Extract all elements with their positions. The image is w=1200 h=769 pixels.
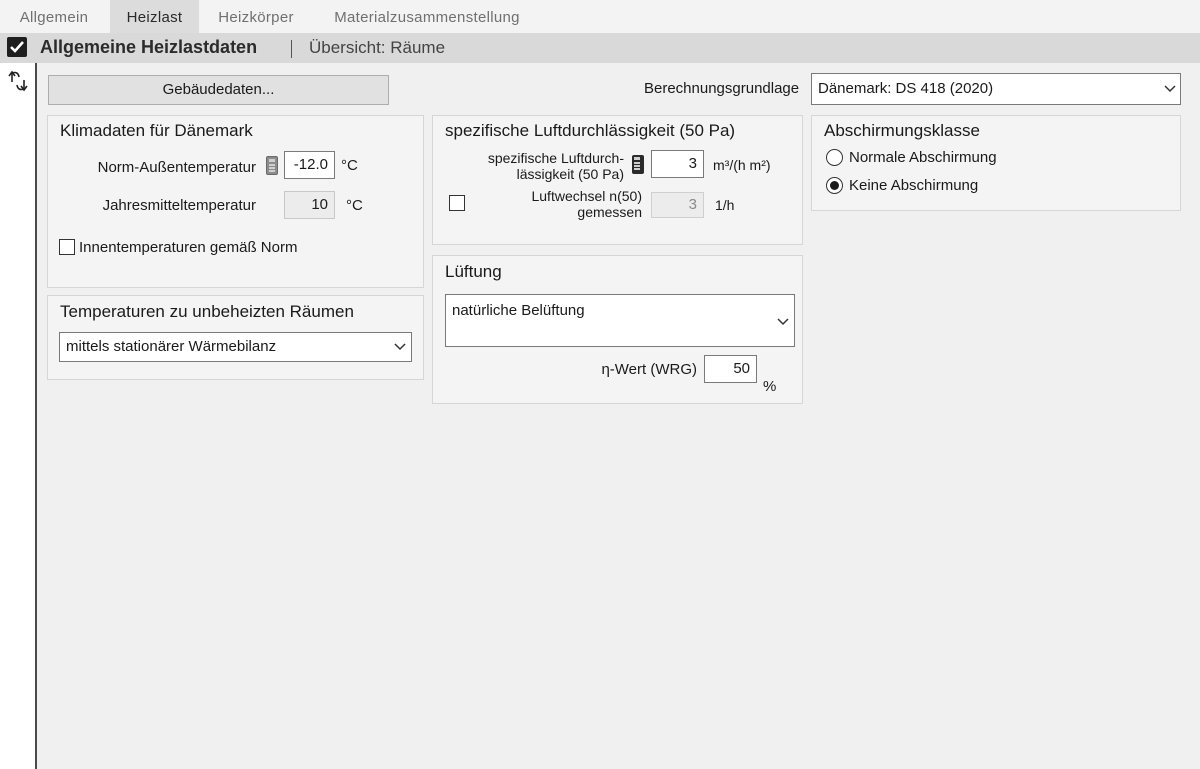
calculator-icon[interactable] bbox=[632, 155, 644, 174]
jahresmitteltemperatur-value: 10 bbox=[284, 191, 335, 219]
abschirmungsklasse-title: Abschirmungsklasse bbox=[824, 121, 980, 140]
section-header: Allgemeine Heizlastdaten Übersicht: Räum… bbox=[0, 33, 1200, 63]
eta-wert-unit: % bbox=[763, 378, 777, 395]
klimadaten-group: Klimadaten für Dänemark Norm-Außentemper… bbox=[47, 115, 424, 288]
chevron-down-icon bbox=[777, 318, 789, 326]
eta-wert-input[interactable]: 50 bbox=[704, 355, 757, 383]
tab-bar: Allgemein Heizlast Heizkörper Materialzu… bbox=[0, 0, 1200, 33]
tab-heizkoerper[interactable]: Heizkörper bbox=[208, 0, 304, 33]
chevron-down-icon bbox=[1164, 85, 1176, 93]
berechnungsgrundlage-label: Berechnungsgrundlage bbox=[644, 80, 800, 97]
norm-aussentemperatur-label: Norm-Außentemperatur bbox=[97, 159, 256, 176]
radio-selected-dot bbox=[830, 181, 839, 190]
spez-luftdurchlaessigkeit-label-line1: spezifische Luftdurch- bbox=[487, 150, 624, 166]
luftwechsel-gemessen-checkbox[interactable] bbox=[449, 195, 465, 211]
jahresmitteltemperatur-unit: °C bbox=[346, 197, 363, 214]
luftwechsel-label: Luftwechsel n(50) gemessen bbox=[473, 188, 642, 220]
chevron-down-icon bbox=[394, 343, 406, 351]
unbeheizte-raeume-select[interactable]: mittels stationärer Wärmebilanz bbox=[59, 332, 412, 362]
header-separator bbox=[291, 40, 292, 58]
refresh-icon[interactable] bbox=[8, 70, 28, 92]
lueftung-value: natürliche Belüftung bbox=[452, 302, 585, 319]
unbeheizte-raeume-title: Temperaturen zu unbeheizten Räumen bbox=[60, 302, 354, 321]
spez-luftdurchlaessigkeit-input[interactable]: 3 bbox=[651, 150, 704, 178]
luftwechsel-label-line2: gemessen bbox=[577, 204, 642, 220]
innentemperaturen-label: Innentemperaturen gemäß Norm bbox=[79, 239, 298, 256]
berechnungsgrundlage-select[interactable]: Dänemark: DS 418 (2020) bbox=[811, 73, 1181, 105]
spez-luftdurchlaessigkeit-unit: m³/(h m²) bbox=[713, 157, 771, 173]
lueftung-select[interactable]: natürliche Belüftung bbox=[445, 294, 795, 347]
norm-aussentemperatur-unit: °C bbox=[341, 157, 358, 174]
lueftung-group: Lüftung natürliche Belüftung η-Wert (WRG… bbox=[432, 255, 803, 404]
calculator-icon[interactable] bbox=[266, 156, 278, 175]
tab-heizlast[interactable]: Heizlast bbox=[110, 0, 199, 33]
jahresmitteltemperatur-label: Jahresmitteltemperatur bbox=[102, 197, 256, 214]
luftwechsel-input: 3 bbox=[651, 192, 704, 218]
spez-luftdurchlaessigkeit-label-line2: lässigkeit (50 Pa) bbox=[516, 166, 624, 182]
tab-materialzusammenstellung[interactable]: Materialzusammenstellung bbox=[322, 0, 532, 33]
spez-luftdurchlaessigkeit-label: spezifische Luftdurch- lässigkeit (50 Pa… bbox=[453, 150, 624, 182]
tab-allgemein[interactable]: Allgemein bbox=[10, 0, 98, 33]
checkmark-icon bbox=[10, 41, 24, 53]
klimadaten-title: Klimadaten für Dänemark bbox=[60, 121, 253, 140]
keine-abschirmung-label: Keine Abschirmung bbox=[849, 177, 979, 194]
overview-link[interactable]: Übersicht: Räume bbox=[309, 38, 445, 58]
page-title: Allgemeine Heizlastdaten bbox=[40, 37, 258, 57]
left-rail bbox=[0, 63, 36, 769]
rail-divider bbox=[35, 63, 37, 769]
luftdurchlaessigkeit-title: spezifische Luftdurchlässigkeit (50 Pa) bbox=[445, 121, 736, 140]
abschirmungsklasse-group: Abschirmungsklasse Normale Abschirmung K… bbox=[811, 115, 1181, 211]
luftwechsel-label-line1: Luftwechsel n(50) bbox=[531, 188, 642, 204]
eta-wert-label: η-Wert (WRG) bbox=[601, 361, 697, 378]
unbeheizte-raeume-group: Temperaturen zu unbeheizten Räumen mitte… bbox=[47, 295, 424, 380]
radio-keine-abschirmung[interactable] bbox=[826, 177, 843, 194]
innentemperaturen-checkbox[interactable] bbox=[59, 239, 75, 255]
norm-aussentemperatur-input[interactable]: -12.0 bbox=[284, 151, 335, 179]
luftdurchlaessigkeit-group: spezifische Luftdurchlässigkeit (50 Pa) … bbox=[432, 115, 803, 245]
unbeheizte-raeume-value: mittels stationärer Wärmebilanz bbox=[66, 338, 277, 355]
berechnungsgrundlage-value: Dänemark: DS 418 (2020) bbox=[818, 80, 994, 97]
radio-normale-abschirmung[interactable] bbox=[826, 149, 843, 166]
gebaeudedaten-button[interactable]: Gebäudedaten... bbox=[48, 75, 389, 105]
normale-abschirmung-label: Normale Abschirmung bbox=[849, 149, 997, 166]
section-enable-checkbox[interactable] bbox=[7, 37, 27, 57]
luftwechsel-unit: 1/h bbox=[715, 197, 735, 213]
lueftung-title: Lüftung bbox=[445, 262, 502, 281]
